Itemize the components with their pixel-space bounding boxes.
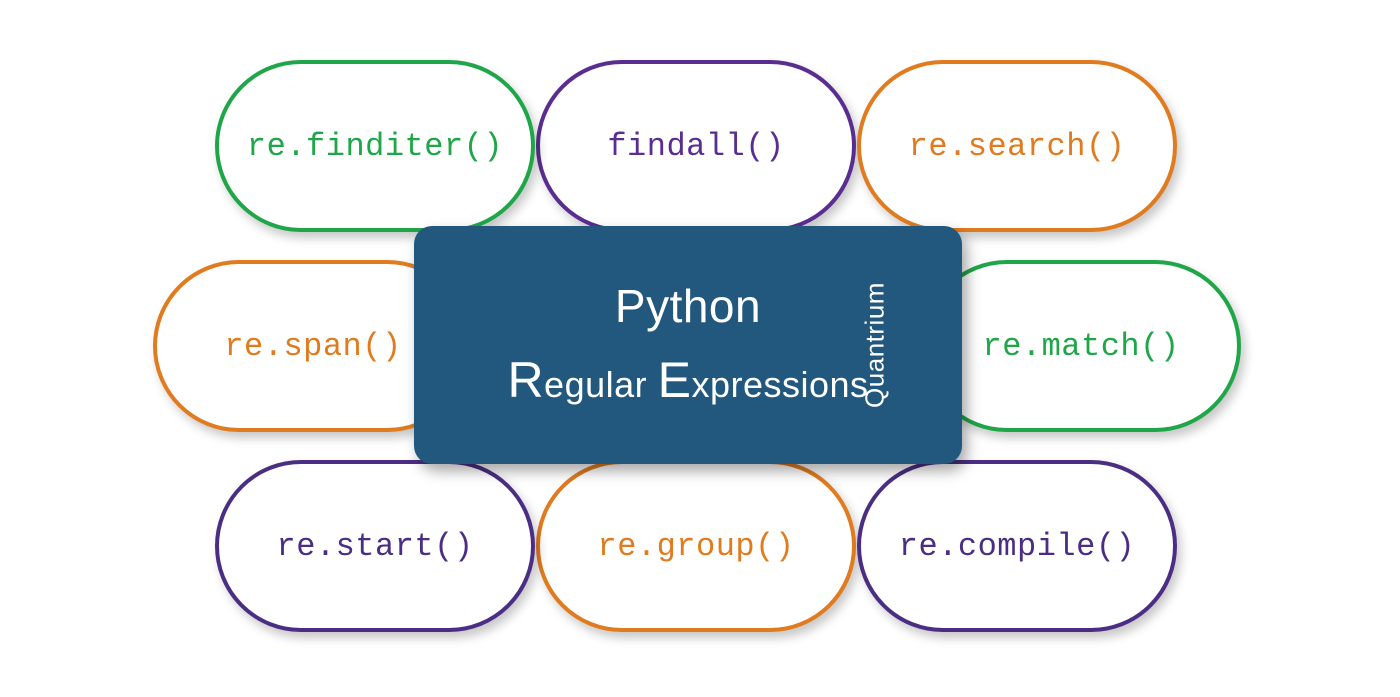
title-card: Python Regular Expressions Quantrium	[414, 226, 962, 464]
pill-start: re.start()	[215, 460, 535, 632]
pill-finditer: re.finditer()	[215, 60, 535, 232]
pill-label: re.start()	[276, 528, 473, 565]
pill-label: re.group()	[597, 528, 794, 565]
brand-label: Quantrium	[860, 282, 891, 408]
pill-label: re.search()	[909, 128, 1126, 165]
title-text: Python Regular Expressions	[507, 275, 868, 415]
pill-label: re.span()	[224, 328, 401, 365]
pill-search: re.search()	[857, 60, 1177, 232]
pill-group: re.group()	[536, 460, 856, 632]
pill-label: findall()	[607, 128, 784, 165]
pill-label: re.compile()	[899, 528, 1135, 565]
pill-label: re.finditer()	[247, 128, 503, 165]
pill-label: re.match()	[982, 328, 1179, 365]
title-line1: Python	[507, 275, 868, 337]
diagram-canvas: re.finditer() findall() re.search() re.s…	[0, 0, 1400, 697]
title-line2: Regular Expressions	[507, 347, 868, 415]
pill-match: re.match()	[921, 260, 1241, 432]
pill-findall: findall()	[536, 60, 856, 232]
pill-compile: re.compile()	[857, 460, 1177, 632]
